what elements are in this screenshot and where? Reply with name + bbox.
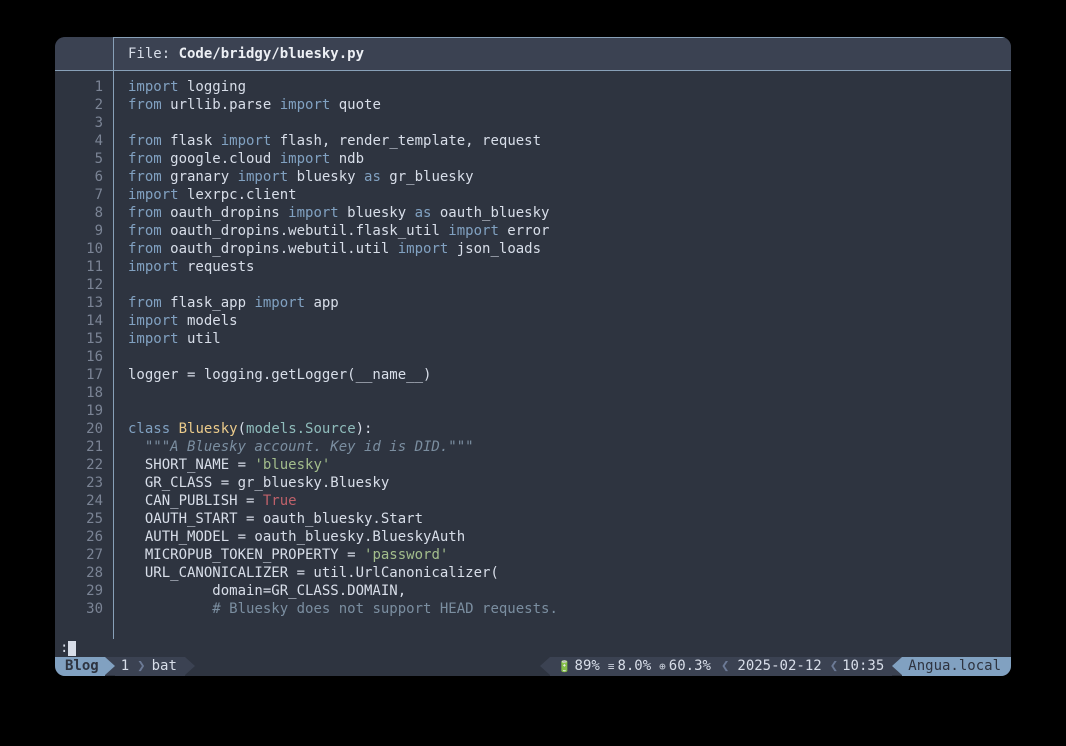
database-icon: ≡ bbox=[608, 657, 615, 676]
code-line[interactable] bbox=[128, 384, 1011, 402]
memory-value: 8.0% bbox=[617, 657, 651, 676]
line-number: 18 bbox=[55, 384, 113, 402]
line-number: 27 bbox=[55, 546, 113, 564]
line-number: 20 bbox=[55, 420, 113, 438]
window-command[interactable]: bat bbox=[150, 657, 185, 676]
line-number: 25 bbox=[55, 510, 113, 528]
code-area[interactable]: 1234567891011121314151617181920212223242… bbox=[55, 71, 1011, 639]
cpu-value: 60.3% bbox=[669, 657, 711, 676]
line-number: 24 bbox=[55, 492, 113, 510]
line-number: 17 bbox=[55, 366, 113, 384]
line-number: 2 bbox=[55, 96, 113, 114]
code-line[interactable]: import logging bbox=[128, 78, 1011, 96]
line-number: 3 bbox=[55, 114, 113, 132]
line-number: 26 bbox=[55, 528, 113, 546]
code-content[interactable]: import loggingfrom urllib.parse import q… bbox=[114, 71, 1011, 639]
terminal-window: File: Code/bridgy/bluesky.py 12345678910… bbox=[55, 37, 1011, 676]
battery-stat: 🔋89% bbox=[558, 657, 600, 676]
session-name[interactable]: Blog bbox=[55, 657, 105, 676]
battery-icon: 🔋 bbox=[558, 657, 572, 676]
chevron-left-icon: ❮ bbox=[719, 657, 731, 676]
separator-icon bbox=[540, 657, 550, 675]
code-line[interactable] bbox=[128, 114, 1011, 132]
code-line[interactable]: class Bluesky(models.Source): bbox=[128, 420, 1011, 438]
code-line[interactable]: CAN_PUBLISH = True bbox=[128, 492, 1011, 510]
line-number: 13 bbox=[55, 294, 113, 312]
line-number: 14 bbox=[55, 312, 113, 330]
code-line[interactable]: from flask import flash, render_template… bbox=[128, 132, 1011, 150]
separator-icon bbox=[892, 657, 902, 675]
line-number: 1 bbox=[55, 78, 113, 96]
code-line[interactable]: import lexrpc.client bbox=[128, 186, 1011, 204]
code-line[interactable]: from flask_app import app bbox=[128, 294, 1011, 312]
line-number: 15 bbox=[55, 330, 113, 348]
cpu-icon: ⊕ bbox=[659, 657, 666, 676]
code-line[interactable] bbox=[128, 276, 1011, 294]
code-line[interactable]: GR_CLASS = gr_bluesky.Bluesky bbox=[128, 474, 1011, 492]
memory-stat: ≡8.0% bbox=[608, 657, 651, 676]
line-number: 29 bbox=[55, 582, 113, 600]
code-line[interactable]: import util bbox=[128, 330, 1011, 348]
line-number: 4 bbox=[55, 132, 113, 150]
code-line[interactable]: from oauth_dropins.webutil.util import j… bbox=[128, 240, 1011, 258]
line-number-gutter: 1234567891011121314151617181920212223242… bbox=[55, 71, 114, 639]
line-number: 9 bbox=[55, 222, 113, 240]
system-stats: 🔋89% ≡8.0% ⊕60.3% bbox=[550, 657, 719, 676]
code-line[interactable]: URL_CANONICALIZER = util.UrlCanonicalize… bbox=[128, 564, 1011, 582]
code-line[interactable]: from urllib.parse import quote bbox=[128, 96, 1011, 114]
line-number: 10 bbox=[55, 240, 113, 258]
chevron-left-icon: ❮ bbox=[828, 657, 840, 676]
line-number: 5 bbox=[55, 150, 113, 168]
line-number: 22 bbox=[55, 456, 113, 474]
command-line[interactable]: : bbox=[55, 639, 1011, 657]
line-number: 11 bbox=[55, 258, 113, 276]
status-spacer bbox=[195, 657, 540, 676]
header-content: File: Code/bridgy/bluesky.py bbox=[114, 37, 1011, 70]
separator-icon bbox=[185, 657, 195, 675]
battery-value: 89% bbox=[575, 657, 600, 676]
header-gutter bbox=[55, 37, 114, 70]
code-line[interactable]: OAUTH_START = oauth_bluesky.Start bbox=[128, 510, 1011, 528]
code-line[interactable]: SHORT_NAME = 'bluesky' bbox=[128, 456, 1011, 474]
cursor bbox=[68, 641, 76, 656]
code-line[interactable]: import requests bbox=[128, 258, 1011, 276]
file-label: File: bbox=[128, 46, 179, 62]
code-line[interactable]: domain=GR_CLASS.DOMAIN, bbox=[128, 582, 1011, 600]
line-number: 12 bbox=[55, 276, 113, 294]
cpu-stat: ⊕60.3% bbox=[659, 657, 711, 676]
hostname: Angua.local bbox=[902, 657, 1011, 676]
code-line[interactable]: from granary import bluesky as gr_bluesk… bbox=[128, 168, 1011, 186]
code-line[interactable]: logger = logging.getLogger(__name__) bbox=[128, 366, 1011, 384]
window-number[interactable]: 1 bbox=[115, 657, 137, 676]
line-number: 30 bbox=[55, 600, 113, 618]
code-line[interactable]: MICROPUB_TOKEN_PROPERTY = 'password' bbox=[128, 546, 1011, 564]
line-number: 19 bbox=[55, 402, 113, 420]
chevron-right-icon: ❯ bbox=[137, 657, 149, 676]
line-number: 16 bbox=[55, 348, 113, 366]
date-segment: 2025-02-12 bbox=[731, 657, 827, 676]
line-number: 28 bbox=[55, 564, 113, 582]
line-number: 23 bbox=[55, 474, 113, 492]
tmux-statusbar: Blog 1 ❯ bat 🔋89% ≡8.0% ⊕60.3% ❮ 2025-02… bbox=[55, 657, 1011, 676]
line-number: 7 bbox=[55, 186, 113, 204]
code-line[interactable]: """A Bluesky account. Key id is DID.""" bbox=[128, 438, 1011, 456]
code-line[interactable] bbox=[128, 348, 1011, 366]
code-line[interactable]: # Bluesky does not support HEAD requests… bbox=[128, 600, 1011, 618]
line-number: 21 bbox=[55, 438, 113, 456]
file-header: File: Code/bridgy/bluesky.py bbox=[55, 37, 1011, 71]
time-segment: 10:35 bbox=[840, 657, 892, 676]
code-line[interactable]: from google.cloud import ndb bbox=[128, 150, 1011, 168]
code-line[interactable]: from oauth_dropins.webutil.flask_util im… bbox=[128, 222, 1011, 240]
line-number: 6 bbox=[55, 168, 113, 186]
code-line[interactable]: AUTH_MODEL = oauth_bluesky.BlueskyAuth bbox=[128, 528, 1011, 546]
file-path: Code/bridgy/bluesky.py bbox=[179, 46, 364, 62]
separator-icon bbox=[105, 657, 115, 675]
code-line[interactable] bbox=[128, 402, 1011, 420]
code-line[interactable]: import models bbox=[128, 312, 1011, 330]
code-line[interactable]: from oauth_dropins import bluesky as oau… bbox=[128, 204, 1011, 222]
command-prompt: : bbox=[60, 640, 68, 656]
line-number: 8 bbox=[55, 204, 113, 222]
